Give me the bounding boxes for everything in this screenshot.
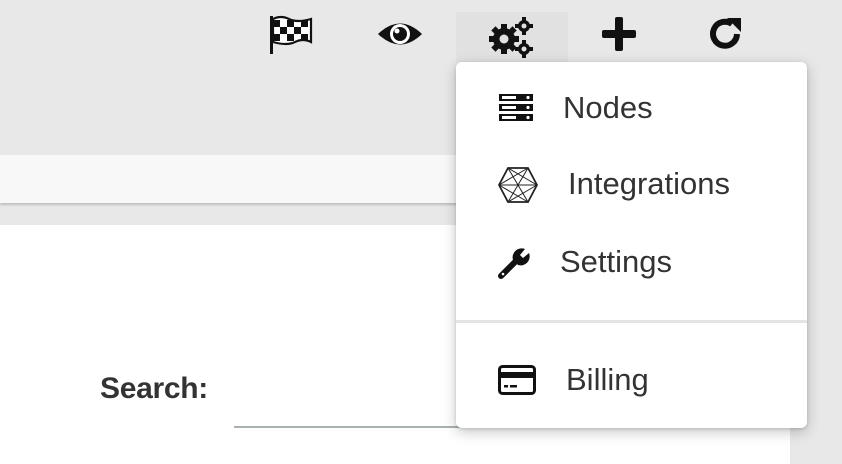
menu-item-nodes[interactable]: Nodes: [456, 76, 807, 142]
menu-item-settings[interactable]: Settings: [456, 230, 807, 296]
menu-item-label: Nodes: [563, 90, 653, 125]
menu-item-label: Settings: [560, 244, 673, 279]
menu-item-billing[interactable]: Billing: [456, 348, 807, 414]
refresh-icon[interactable]: [701, 12, 749, 56]
gears-icon[interactable]: [456, 12, 568, 62]
hexagon-icon: [498, 166, 538, 204]
eye-icon[interactable]: [376, 12, 424, 56]
credit-card-icon: [498, 365, 536, 395]
settings-dropdown-menu: Nodes Integrations Settings Billing: [456, 62, 807, 428]
server-icon: [498, 93, 534, 123]
menu-divider: [456, 320, 807, 323]
content-strip: [0, 155, 470, 203]
menu-item-label: Billing: [566, 362, 649, 397]
plus-icon[interactable]: [595, 12, 643, 56]
flag-icon[interactable]: [267, 12, 315, 56]
search-label: Search:: [100, 372, 208, 405]
wrench-icon: [498, 247, 532, 279]
menu-item-label: Integrations: [568, 166, 730, 201]
menu-item-integrations[interactable]: Integrations: [456, 152, 807, 218]
